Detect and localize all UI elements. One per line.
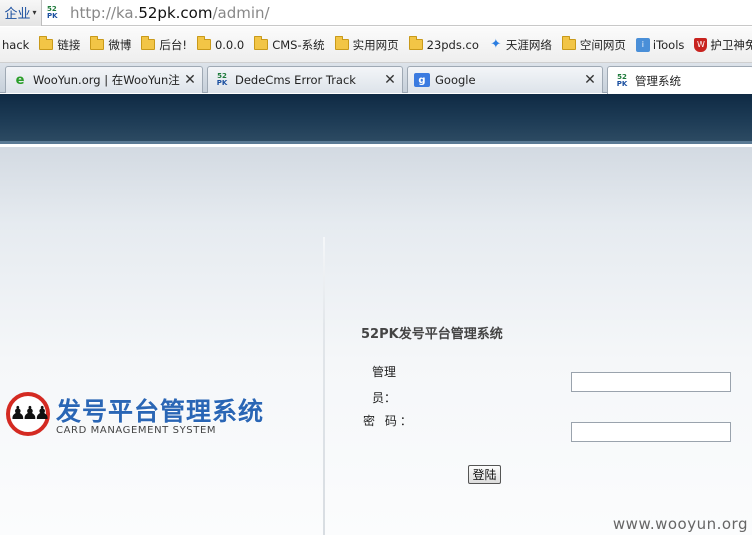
tab-label: DedeCms Error Track: [235, 73, 356, 87]
username-input[interactable]: [571, 372, 731, 392]
bookmark-itools[interactable]: i iTools: [635, 37, 684, 52]
url-path: /admin/: [212, 3, 270, 22]
address-mode-dropdown[interactable]: 企业 ▾: [0, 0, 42, 26]
url-prefix: http://ka.: [70, 3, 139, 22]
bookmark-folder-cms[interactable]: CMS-系统: [254, 36, 325, 53]
bookmark-folder-links[interactable]: 链接: [39, 36, 80, 53]
tab-label: 管理系统: [635, 73, 681, 88]
logo-subtitle: CARD MANAGEMENT SYSTEM: [56, 425, 217, 436]
password-label: 密 码：: [363, 414, 415, 428]
folder-icon: [561, 36, 576, 50]
52pk-icon: 52 PK: [216, 72, 228, 87]
bookmark-hack[interactable]: hack: [2, 38, 29, 52]
address-bar: 企业 ▾ 52 PK http://ka.52pk.com/admin/: [0, 0, 752, 26]
bookmark-folder-useful[interactable]: 实用网页: [334, 36, 399, 53]
username-label: 管理员：: [371, 365, 396, 405]
google-icon: g: [414, 73, 430, 87]
chevron-down-icon: ▾: [32, 8, 37, 17]
tab-google[interactable]: g Google ✕: [407, 66, 603, 93]
bookmark-folder-admin[interactable]: 后台!: [141, 36, 187, 53]
folder-icon: [196, 36, 211, 50]
bookmark-huweishen[interactable]: W 护卫神免: [694, 37, 752, 53]
star-icon: ✦: [490, 36, 502, 52]
close-icon[interactable]: ✕: [384, 72, 396, 88]
tab-label: Google: [435, 73, 476, 87]
logo-emblem-icon: ♟♟♟: [6, 392, 50, 436]
system-logo: ♟♟♟ 发号平台管理系统 CARD MANAGEMENT SYSTEM: [6, 392, 286, 447]
page-header-band: [0, 94, 752, 144]
tab-bar: e WooYun.org | 在WooYun注... ✕ 52 PK DedeCm…: [0, 63, 752, 94]
folder-icon: [334, 36, 349, 50]
52pk-icon: 52 PK: [616, 72, 628, 88]
url-field[interactable]: http://ka.52pk.com/admin/: [70, 4, 270, 22]
site-favicon-icon: 52 PK: [47, 4, 58, 20]
logo-title: 发号平台管理系统: [56, 397, 265, 426]
close-icon[interactable]: ✕: [184, 72, 196, 88]
tab-dedecms[interactable]: 52 PK DedeCms Error Track ✕: [207, 66, 403, 93]
folder-icon: [90, 36, 105, 50]
login-page-body: ♟♟♟ 发号平台管理系统 CARD MANAGEMENT SYSTEM 52PK…: [0, 147, 752, 535]
password-input[interactable]: [571, 422, 731, 442]
folder-icon: [408, 36, 423, 50]
people-icon: ♟♟♟: [9, 403, 50, 424]
watermark: www.wooyun.org: [612, 515, 748, 533]
bookmark-folder-space[interactable]: 空间网页: [561, 36, 626, 53]
bookmark-tianya[interactable]: ✦ 天涯网络: [489, 36, 551, 53]
address-mode-label: 企业: [4, 7, 31, 22]
shield-icon: W: [694, 37, 708, 52]
bookmark-folder-000[interactable]: 0.0.0: [196, 36, 244, 52]
folder-icon: [254, 36, 269, 50]
bookmark-folder-23pds[interactable]: 23pds.co: [408, 36, 479, 52]
folder-icon: [39, 36, 54, 50]
ie-icon: e: [15, 72, 25, 88]
login-button[interactable]: 登陆: [468, 465, 501, 484]
close-icon[interactable]: ✕: [584, 72, 596, 88]
login-form-title: 52PK发号平台管理系统: [361, 327, 503, 342]
tab-wooyun[interactable]: e WooYun.org | 在WooYun注... ✕: [5, 66, 203, 93]
bookmarks-bar: hack 链接 微博 后台! 0.0.0 CMS-系统 实用网页 23pds.c…: [0, 27, 752, 63]
panel-divider: [323, 237, 325, 535]
tab-label: WooYun.org | 在WooYun注...: [33, 73, 180, 87]
tab-admin-system[interactable]: 52 PK 管理系统: [607, 66, 752, 94]
folder-icon: [141, 36, 156, 50]
itools-icon: i: [635, 37, 650, 52]
bookmark-folder-weibo[interactable]: 微博: [90, 36, 131, 53]
url-domain: 52pk.com: [138, 3, 213, 22]
